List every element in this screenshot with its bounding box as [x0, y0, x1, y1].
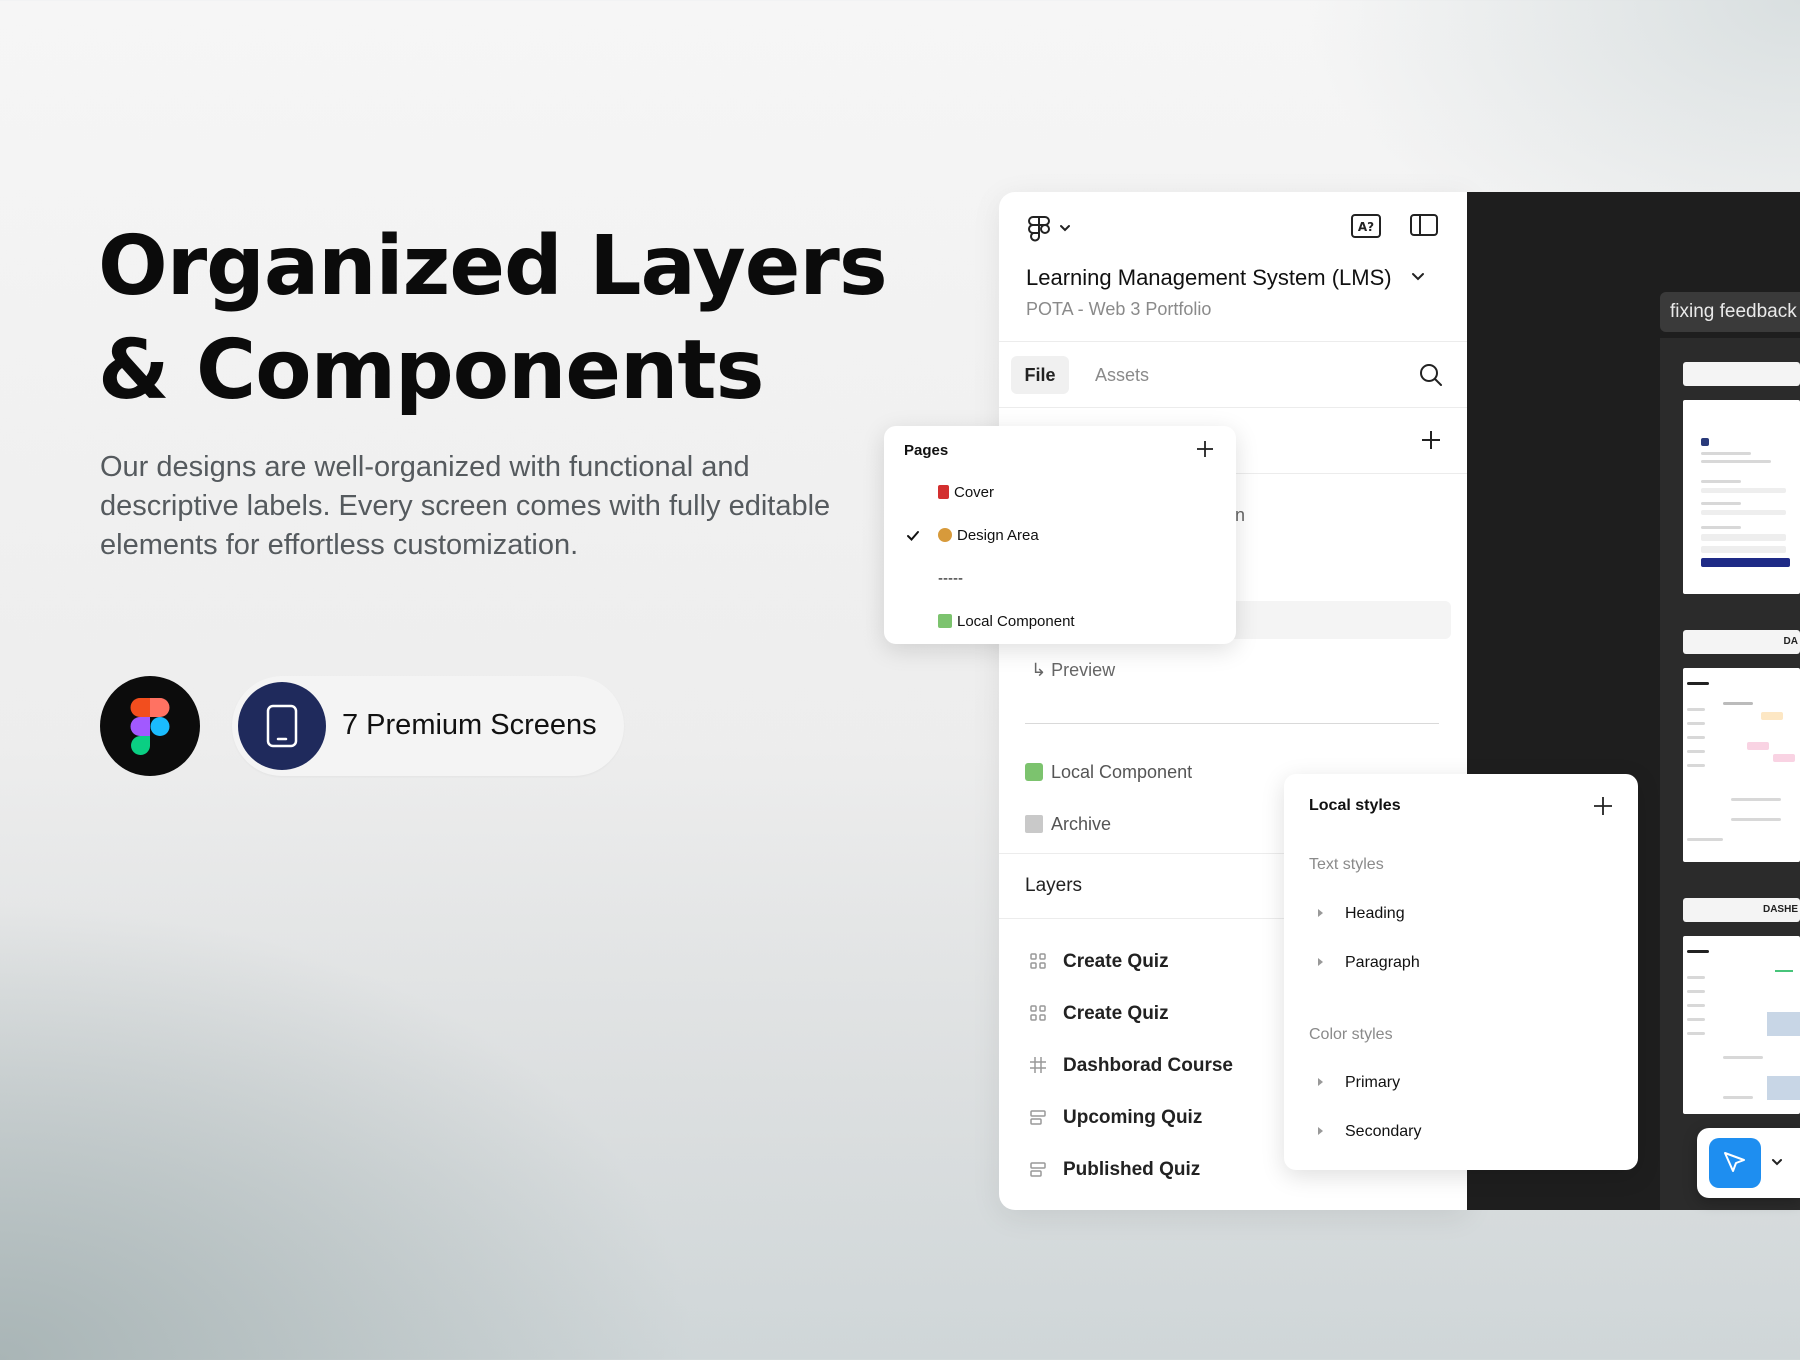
frame-label[interactable] [1683, 362, 1800, 386]
style-item-secondary[interactable]: Secondary [1318, 1123, 1422, 1141]
frame-label[interactable]: DASHE [1683, 898, 1800, 922]
expand-caret-icon [1318, 909, 1323, 917]
puzzle-icon [938, 614, 952, 628]
premium-screens-label: 7 Premium Screens [342, 709, 597, 741]
style-item-label: Heading [1345, 905, 1405, 922]
add-page-icon[interactable] [1196, 440, 1214, 458]
page-option-design-area[interactable]: Design Area [938, 527, 1039, 544]
hero-title-line-1: Organized Layers [98, 219, 888, 314]
svg-text:A?: A? [1358, 220, 1374, 234]
tab-assets[interactable]: Assets [1095, 365, 1149, 386]
chevron-down-icon[interactable] [1771, 1158, 1783, 1166]
page-option-local-component[interactable]: Local Component [938, 613, 1075, 630]
page-item-partial[interactable]: n [1235, 505, 1245, 526]
chevron-down-icon[interactable] [1411, 272, 1425, 282]
page-option-label: Cover [954, 484, 995, 501]
tab-file[interactable]: File [1011, 356, 1069, 394]
canvas-section-label[interactable]: fixing feedback [1660, 292, 1800, 332]
ai-assist-icon[interactable]: A? [1351, 214, 1381, 238]
auto-layout-icon [1030, 1162, 1046, 1177]
figma-logo-icon [130, 698, 170, 755]
pages-popover-title: Pages [904, 442, 949, 459]
expand-caret-icon [1318, 958, 1323, 966]
background-glow [0, 900, 700, 1360]
page-option-label: Local Component [957, 613, 1075, 630]
frame-label[interactable]: DA [1683, 630, 1800, 654]
hero-description: Our designs are well-organized with func… [100, 451, 831, 561]
search-icon[interactable] [1418, 362, 1444, 388]
move-tool-button[interactable] [1709, 1138, 1761, 1188]
component-icon [1030, 1005, 1046, 1021]
figma-logo-badge [100, 676, 200, 776]
layer-item[interactable]: Create Quiz [1029, 951, 1169, 973]
style-item-label: Paragraph [1345, 954, 1420, 971]
pages-popover: Pages Cover Design Area ----- Local Comp… [884, 426, 1236, 644]
layer-item[interactable]: Create Quiz [1029, 1003, 1169, 1025]
page-option-cover[interactable]: Cover [938, 484, 994, 501]
cursor-arrow-icon [1724, 1152, 1745, 1172]
page-item-preview[interactable]: ↳ Preview [1031, 660, 1115, 681]
layer-item-label: Create Quiz [1063, 951, 1169, 972]
page-item-local-component[interactable]: Local Component [1025, 762, 1192, 783]
layer-item[interactable]: Dashborad Course [1029, 1055, 1233, 1077]
frame-thumbnail[interactable] [1683, 668, 1800, 862]
component-icon [1030, 953, 1046, 969]
page-divider [1025, 723, 1439, 724]
auto-layout-icon [1030, 1110, 1046, 1125]
layers-section-title: Layers [1025, 875, 1083, 896]
toolbar-move-tool[interactable] [1697, 1128, 1800, 1198]
phone-badge [238, 682, 326, 770]
frame-thumbnail[interactable] [1683, 936, 1800, 1114]
layer-item[interactable]: Upcoming Quiz [1029, 1107, 1202, 1129]
local-styles-title: Local styles [1309, 797, 1401, 814]
style-item-paragraph[interactable]: Paragraph [1318, 954, 1420, 972]
style-item-label: Secondary [1345, 1123, 1422, 1140]
layer-item[interactable]: Published Quiz [1029, 1159, 1200, 1181]
page-item-label: Local Component [1051, 762, 1193, 782]
premium-screens-badge: 7 Premium Screens [232, 676, 624, 776]
local-styles-popover: Local styles Text styles Heading Paragra… [1284, 774, 1638, 1170]
figma-main-menu[interactable] [1027, 214, 1075, 246]
project-title[interactable]: Learning Management System (LMS) [1026, 265, 1392, 291]
page-item-archive[interactable]: Archive [1025, 814, 1111, 835]
layer-item-label: Upcoming Quiz [1063, 1107, 1203, 1128]
style-item-primary[interactable]: Primary [1318, 1074, 1400, 1092]
hero-title-line-2: & Components [98, 323, 764, 418]
figma-menu-icon [1028, 216, 1070, 242]
trash-icon [1025, 815, 1043, 833]
page-item-label: Archive [1051, 814, 1112, 834]
checkmark-icon [907, 531, 919, 541]
hero-title: Organized Layers & Components [98, 215, 888, 423]
puzzle-icon [1025, 763, 1043, 781]
style-item-heading[interactable]: Heading [1318, 905, 1405, 923]
layer-item-label: Create Quiz [1063, 1003, 1169, 1024]
add-page-icon[interactable] [1420, 429, 1442, 451]
panel-tabs [999, 342, 1467, 408]
frame-hash-icon [1030, 1057, 1046, 1073]
add-style-icon[interactable] [1593, 796, 1613, 816]
color-styles-section-label: Color styles [1309, 1026, 1393, 1043]
phone-icon [266, 704, 298, 748]
style-item-label: Primary [1345, 1074, 1401, 1091]
layer-item-label: Dashborad Course [1063, 1055, 1233, 1076]
page-option-separator[interactable]: ----- [938, 570, 963, 587]
palette-icon [938, 528, 952, 542]
toggle-sidebar-icon[interactable] [1410, 214, 1438, 236]
expand-caret-icon [1318, 1127, 1323, 1135]
project-subtitle[interactable]: POTA - Web 3 Portfolio [1026, 299, 1211, 320]
page-option-label: Design Area [957, 527, 1039, 544]
text-styles-section-label: Text styles [1309, 856, 1384, 873]
layer-item-label: Published Quiz [1063, 1159, 1201, 1180]
red-book-icon [938, 485, 949, 499]
frame-thumbnail[interactable] [1683, 400, 1800, 594]
expand-caret-icon [1318, 1078, 1323, 1086]
